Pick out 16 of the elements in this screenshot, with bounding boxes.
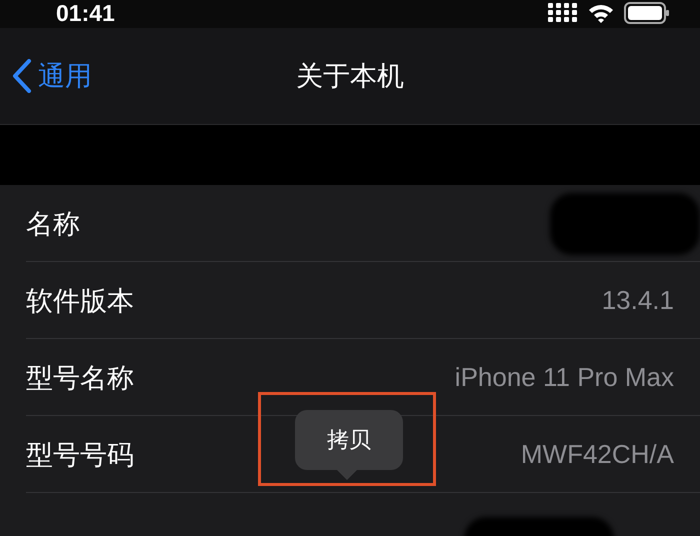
wifi-icon: [588, 3, 614, 23]
page-title: 关于本机: [296, 61, 404, 92]
row-value: MWF42CH/A: [520, 439, 674, 470]
back-button[interactable]: 通用: [12, 58, 92, 94]
chevron-left-icon: [12, 59, 32, 93]
signal-icon: [548, 3, 578, 23]
popup-pointer-icon: [336, 469, 358, 480]
row-label: 名称: [26, 208, 80, 242]
copy-button[interactable]: 拷贝: [295, 410, 403, 470]
row-value: iPhone 11 Pro Max: [454, 362, 674, 393]
row-label: 软件版本: [26, 284, 134, 318]
status-time: 01:41: [56, 0, 115, 26]
row-label: 型号名称: [26, 362, 134, 396]
row-value: 13.4.1: [602, 285, 674, 316]
battery-icon: [624, 2, 670, 24]
row-label: 型号号码: [26, 438, 134, 472]
